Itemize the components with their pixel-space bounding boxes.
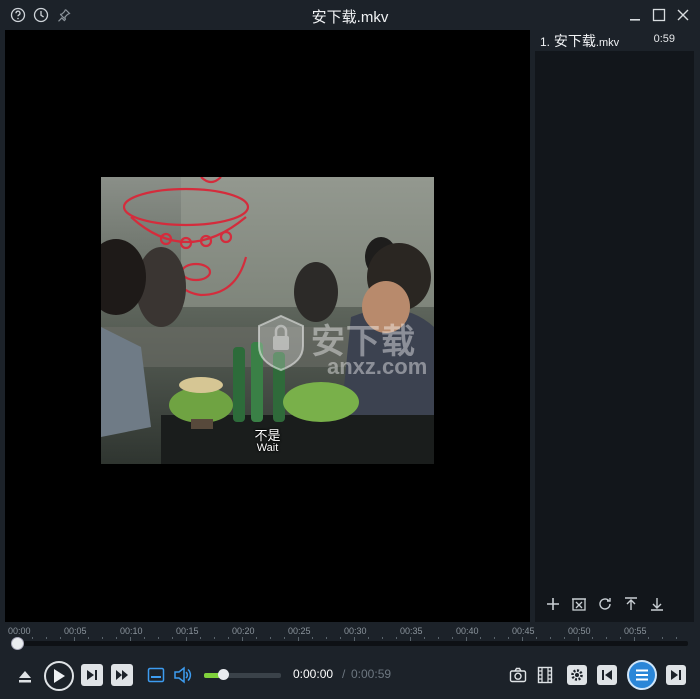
video-viewport[interactable]: 安下载 anxz.com 不是 Wait [5,30,530,622]
subtitle-icon[interactable] [146,665,166,685]
timeline-tick-mark [606,637,607,639]
timeline-tick-mark [144,637,145,639]
timeline-tick-mark [676,637,677,639]
timeline-tick-mark [564,637,565,639]
playlist-item[interactable]: 1. 安下载.mkv 0:59 [535,30,695,50]
timeline-tick-mark [536,637,537,639]
timeline-tick-label: 00:55 [624,626,647,636]
time-separator: / [342,667,346,681]
timeline-tick-mark [620,637,621,639]
volume-slider[interactable] [204,673,281,678]
timeline-tick-mark [46,637,47,639]
timeline-tick-mark [592,637,593,639]
timeline-tick-mark [102,637,103,639]
playlist-icon [636,669,648,681]
timeline-tick-label: 00:20 [232,626,255,636]
playlist-item-title: 1. 安下载.mkv [540,31,619,51]
remove-icon[interactable] [569,594,589,614]
video-frame: 安下载 anxz.com 不是 Wait [101,177,434,464]
timeline-tick-mark [452,637,453,639]
eject-icon[interactable] [14,666,36,688]
playlist-toolbar [535,594,694,614]
timeline-tick-mark [382,637,383,639]
timeline-tick-mark [396,637,397,639]
watermark: 安下载 anxz.com [251,312,434,392]
timeline-tick-label: 00:25 [288,626,311,636]
timeline-tick-mark [326,637,327,639]
timeline-tick-mark [228,637,229,639]
timeline-tick-mark [648,637,649,639]
refresh-icon[interactable] [595,594,615,614]
timeline-tick-mark [480,637,481,639]
add-icon[interactable] [543,594,563,614]
volume-icon[interactable] [172,665,194,685]
timeline-tick-mark [88,637,89,639]
playlist-item-duration: 0:59 [653,33,675,45]
timeline-tick-mark [424,637,425,639]
timeline-tick-label: 00:00 [8,626,31,636]
film-icon[interactable] [535,665,555,685]
timeline-tick-mark [340,637,341,639]
playlist-item-name: 安下载 [553,33,596,49]
timeline-tick-mark [270,637,271,639]
timeline-tick-label: 00:40 [456,626,479,636]
move-up-icon[interactable] [621,594,641,614]
timeline-tick-label: 00:45 [512,626,535,636]
timeline-tick-mark [60,637,61,639]
timeline-tick-mark [172,637,173,639]
play-icon [54,669,65,683]
timeline-tick-mark [158,637,159,639]
minimize-icon[interactable] [626,6,644,24]
timeline-tick-label: 00:50 [568,626,591,636]
close-icon[interactable] [674,6,692,24]
control-bar: 0:00:00 / 0:00:59 [0,656,700,699]
previous-button[interactable] [597,665,617,685]
skip-forward-icon [671,670,681,680]
total-time: 0:00:59 [351,667,392,681]
timeline-tick-label: 00:30 [344,626,367,636]
timeline-tick-mark [494,637,495,639]
fast-forward-icon [116,670,128,680]
next-frame-button[interactable] [81,664,103,686]
timeline-tick-mark [256,637,257,639]
title-bar: 安下载.mkv [0,0,700,30]
window-title: 安下载.mkv [311,9,389,26]
volume-thumb[interactable] [218,669,230,680]
timeline-tick-mark [116,637,117,639]
playlist-item-ext: .mkv [595,37,620,49]
timeline-tick-mark [214,637,215,639]
current-time: 0:00:00 [293,667,334,681]
subtitle-line-en: Wait [256,442,279,454]
timeline-tick-label: 00:05 [64,626,87,636]
timeline-tick-mark [550,637,551,639]
maximize-icon[interactable] [650,6,668,24]
move-down-icon[interactable] [647,594,667,614]
skip-back-icon [602,670,612,680]
step-forward-icon [87,670,97,680]
playlist-panel [535,51,694,622]
watermark-domain: anxz.com [327,354,428,379]
timeline-tick-mark [508,637,509,639]
timeline-tick-mark [438,637,439,639]
seek-bar[interactable] [14,641,688,646]
play-button[interactable] [44,661,74,691]
gear-icon [571,669,583,681]
next-button[interactable] [666,665,686,685]
timeline-tick-mark [368,637,369,639]
timeline-tick-mark [200,637,201,639]
timeline-tick-label: 00:35 [400,626,423,636]
timeline-tick-mark [662,637,663,639]
playlist-toggle-button[interactable] [627,660,657,690]
seek-thumb[interactable] [11,637,24,650]
timeline: 00:00 00:05 00:10 00:15 00:20 00:25 00:30 00:35… [0,622,700,656]
timeline-tick-mark [32,637,33,639]
timeline-tick-label: 00:15 [176,626,199,636]
playlist-item-index: 1. [540,35,551,49]
settings-button[interactable] [567,665,587,685]
timeline-tick-label: 00:10 [120,626,143,636]
timeline-tick-mark [312,637,313,639]
fast-forward-button[interactable] [111,664,133,686]
camera-icon[interactable] [508,665,528,685]
timeline-tick-mark [284,637,285,639]
